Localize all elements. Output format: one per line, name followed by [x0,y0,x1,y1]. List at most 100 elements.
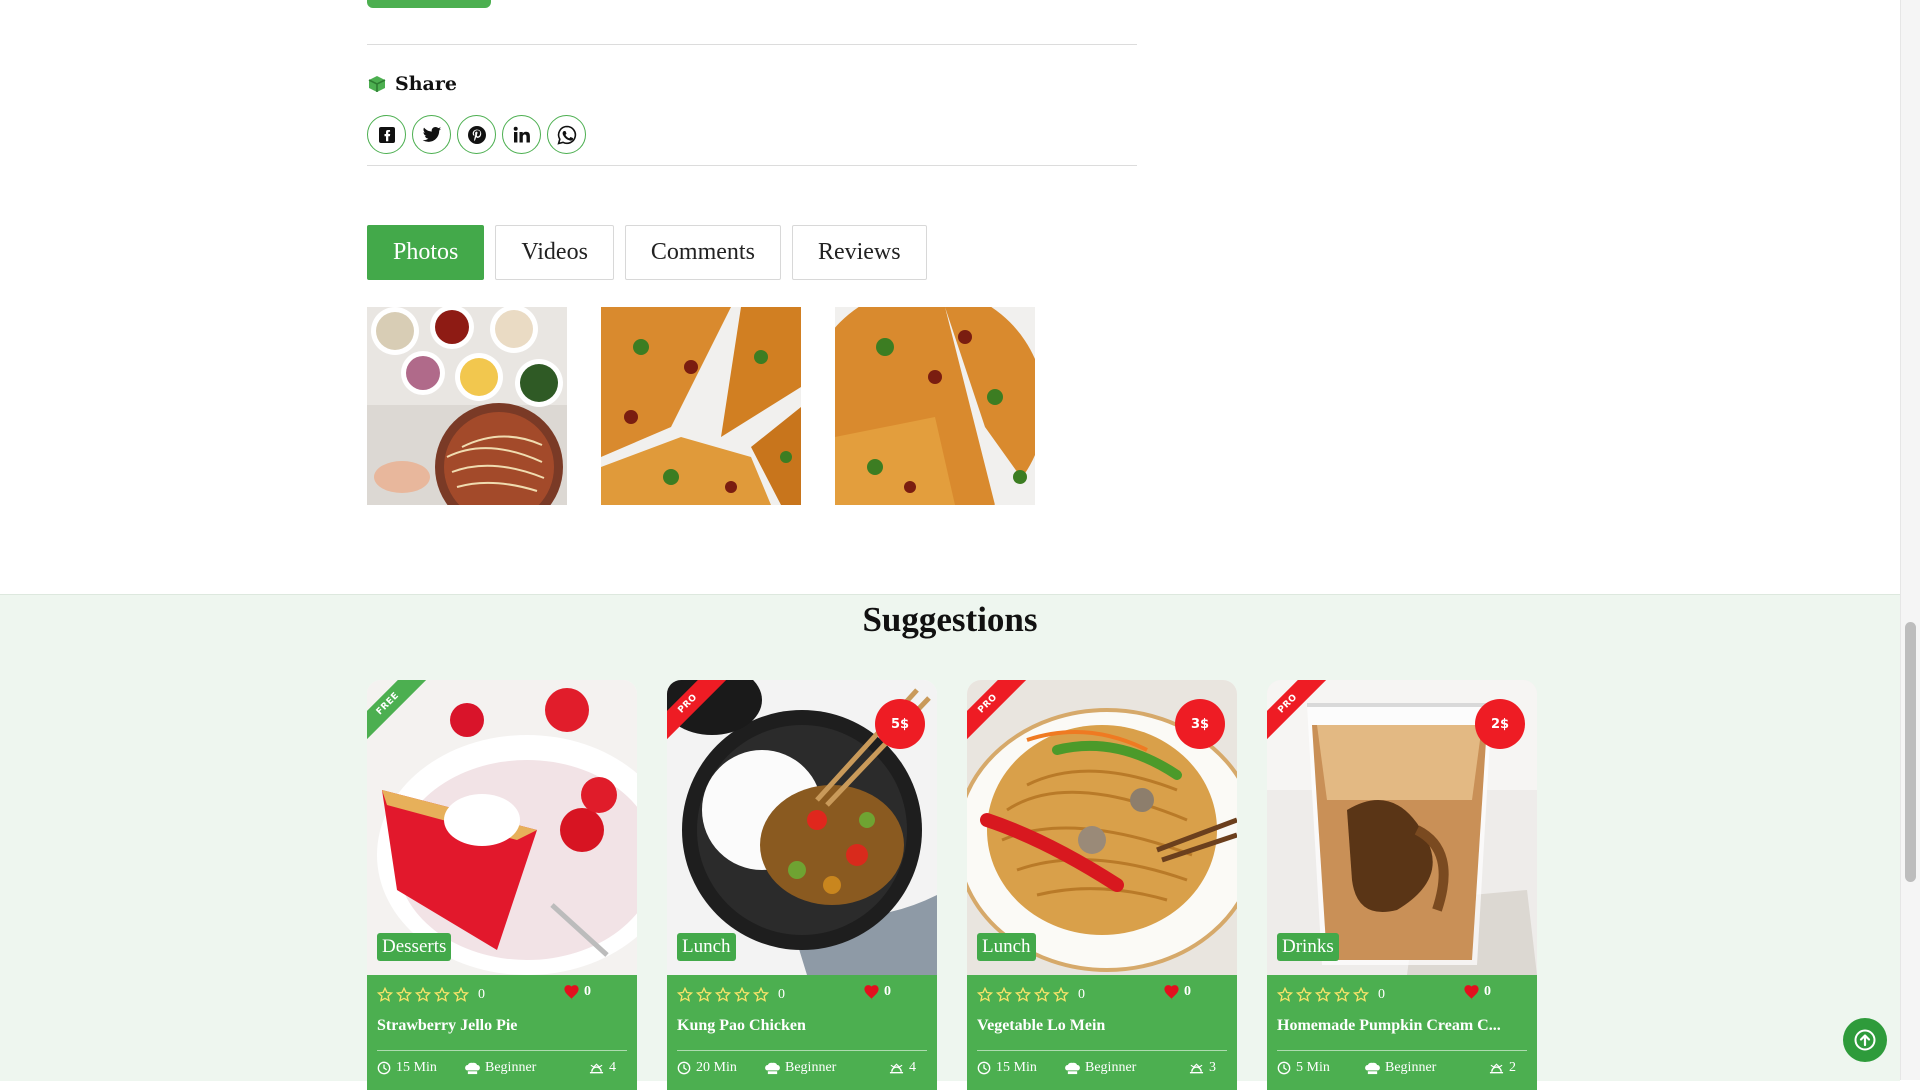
difficulty-value: Beginner [785,1060,837,1075]
recipe-title[interactable]: Homemade Pumpkin Cream C... [1277,1017,1501,1035]
star-rating[interactable]: 0 [677,987,785,1003]
star-rating[interactable]: 0 [377,987,485,1003]
divider [977,1050,1227,1051]
servings-value: 4 [609,1060,616,1075]
twitter-share-button[interactable] [412,115,451,154]
star-rating[interactable]: 0 [1277,987,1385,1003]
difficulty: Beginner [1365,1060,1436,1076]
star-icon [677,987,693,1002]
tab-comments[interactable]: Comments [624,225,781,280]
star-icon [734,987,750,1002]
servings-value: 4 [909,1060,916,1075]
cook-time-value: 15 Min [396,1060,437,1075]
recipe-title[interactable]: Vegetable Lo Mein [977,1017,1105,1035]
likes-button[interactable]: 0 [1163,984,1191,1000]
scrollbar-thumb[interactable] [1905,622,1916,882]
tab-reviews[interactable]: Reviews [791,225,927,280]
category-badge[interactable]: Drinks [1277,933,1339,961]
chef-hat-icon [465,1062,480,1074]
category-badge[interactable]: Desserts [377,933,452,961]
pro-ribbon: PRO [1267,680,1341,754]
category-badge[interactable]: Lunch [677,933,736,961]
chef-hat-icon [765,1062,780,1074]
likes-button[interactable]: 0 [1463,984,1491,1000]
recipe-image[interactable]: FREE Desserts [367,680,637,975]
star-icon [377,987,393,1002]
star-icon [434,987,450,1002]
suggestions-section [0,594,1900,1081]
difficulty-value: Beginner [1085,1060,1137,1075]
likes-count: 0 [584,984,591,999]
recipe-image[interactable]: PRO 3$ Lunch [967,680,1237,975]
recipe-title[interactable]: Kung Pao Chicken [677,1017,806,1035]
divider [367,44,1137,45]
star-icon [1334,987,1350,1002]
recipe-card[interactable]: FREE Desserts 0 0 Strawberry Jello Pie 1… [367,680,637,1090]
recipe-info: 0 0 Vegetable Lo Mein 15 Min Beginner 3 [967,975,1237,1090]
scroll-to-top-button[interactable] [1843,1018,1887,1062]
clock-icon [977,1061,991,1075]
rating-count: 0 [1378,987,1385,1002]
servings: 4 [889,1060,916,1076]
servings-value: 3 [1209,1060,1216,1075]
heart-icon [564,984,579,1000]
likes-button[interactable]: 0 [563,984,591,1000]
chef-hat-icon [1365,1062,1380,1074]
recipe-card[interactable]: PRO 5$ Lunch 0 0 Kung Pao Chicken 20 Min… [667,680,937,1090]
cook-time: 15 Min [977,1060,1037,1076]
recipe-card[interactable]: PRO 2$ Drinks 0 0 Homemade Pumpkin Cream… [1267,680,1537,1090]
star-icon [696,987,712,1002]
recipe-title[interactable]: Strawberry Jello Pie [377,1017,517,1035]
tab-photos[interactable]: Photos [367,225,485,280]
tab-videos[interactable]: Videos [495,225,614,280]
ribbon-label: PRO [1267,680,1334,750]
cook-time: 20 Min [677,1060,737,1076]
difficulty: Beginner [465,1060,536,1076]
chef-hat-icon [1065,1062,1080,1074]
recipe-card[interactable]: PRO 3$ Lunch 0 0 Vegetable Lo Mein 15 Mi… [967,680,1237,1090]
likes-button[interactable]: 0 [863,984,891,1000]
likes-count: 0 [1184,984,1191,999]
servings: 2 [1489,1060,1516,1076]
page-scrollbar[interactable] [1900,0,1920,1080]
category-badge[interactable]: Lunch [977,933,1036,961]
rating-count: 0 [1078,987,1085,1002]
pro-ribbon: PRO [967,680,1041,754]
photo-thumbnail-pizza-slices[interactable] [601,307,801,505]
star-rating[interactable]: 0 [977,987,1085,1003]
share-title: Share [395,73,457,95]
pinterest-share-button[interactable] [457,115,496,154]
share-header: Share [367,72,457,96]
whatsapp-share-button[interactable] [547,115,586,154]
likes-count: 0 [1484,984,1491,999]
facebook-share-button[interactable] [367,115,406,154]
difficulty-value: Beginner [1385,1060,1437,1075]
recipe-detail-section: Share Photos Videos Comments Reviews [0,0,1900,594]
recipe-info: 0 0 Homemade Pumpkin Cream C... 5 Min Be… [1267,975,1537,1090]
price-badge: 3$ [1175,699,1225,749]
star-icon [977,987,993,1002]
price-badge: 2$ [1475,699,1525,749]
pizza-photo [835,307,1035,505]
pizza-photo [601,307,801,505]
servings-icon [889,1063,904,1074]
recipe-image[interactable]: PRO 2$ Drinks [1267,680,1537,975]
photo-thumbnail-whole-pizza[interactable] [835,307,1035,505]
star-icon [1034,987,1050,1002]
star-icon [1053,987,1069,1002]
clock-icon [377,1061,391,1075]
box-icon [368,76,386,92]
heart-icon [864,984,879,1000]
category-tag-stub[interactable] [367,0,491,8]
difficulty: Beginner [765,1060,836,1076]
recipe-image[interactable]: PRO 5$ Lunch [667,680,937,975]
star-icon [396,987,412,1002]
photo-gallery [367,307,1035,505]
linkedin-share-button[interactable] [502,115,541,154]
star-icon [415,987,431,1002]
free-ribbon: FREE [367,680,441,754]
clock-icon [677,1061,691,1075]
star-icon [996,987,1012,1002]
ribbon-label: FREE [367,680,434,750]
photo-thumbnail-ingredients[interactable] [367,307,567,505]
